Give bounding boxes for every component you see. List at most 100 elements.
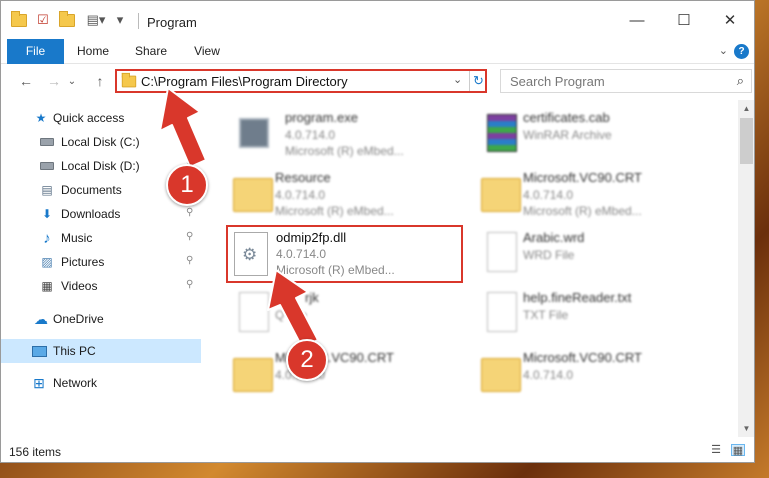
file-name: certificates.cab [523, 110, 610, 125]
tab-share[interactable]: Share [129, 39, 173, 64]
file-item[interactable]: rjk Q File [229, 284, 469, 340]
sidebar-item-videos[interactable]: ▦ Videos ⚲ [1, 274, 201, 298]
address-path[interactable]: C:\Program Files\Program Directory [141, 74, 348, 89]
documents-icon: ▤ [41, 183, 53, 197]
file-item[interactable]: program.exe 4.0.714.0 Microsoft (R) eMbe… [229, 104, 469, 160]
sidebar-item-label: Quick access [53, 111, 125, 125]
properties-checkmark-icon[interactable]: ☑ [33, 10, 53, 30]
title-bar: ☑ ▤▾ ▾ Program — ☐ ✕ [1, 1, 754, 39]
pin-icon: ⚲ [186, 207, 194, 218]
file-type: WinRAR Archive [523, 128, 612, 142]
address-bar[interactable]: C:\Program Files\Program Directory ⌄ ↻ [115, 69, 487, 93]
search-input[interactable]: Search Program [510, 74, 605, 89]
scroll-down-icon[interactable]: ▼ [738, 420, 754, 437]
file-item[interactable]: Microsoft.VC90.CRT 4.0.714.0 Microsoft (… [477, 164, 717, 220]
navigation-bar: ← → ⌄ ↑ C:\Program Files\Program Directo… [1, 64, 754, 100]
sidebar-item-label: Local Disk (D:) [61, 159, 140, 173]
videos-icon: ▦ [41, 279, 53, 293]
back-button[interactable]: ← [15, 70, 37, 92]
file-item[interactable]: Microsoft.VC90.CRT 4.0.714.0 [477, 344, 717, 400]
sidebar-item-label: OneDrive [53, 312, 104, 326]
vertical-scrollbar[interactable]: ▲ ▼ [738, 100, 754, 437]
file-name: help.fineReader.txt [523, 290, 632, 305]
file-name: Arabic.wrd [523, 230, 585, 245]
folder-icon [233, 358, 273, 392]
scrollbar-thumb[interactable] [740, 118, 753, 164]
up-button[interactable]: ↑ [89, 70, 111, 92]
pin-icon: ⚲ [186, 135, 194, 146]
large-icons-view-icon[interactable]: ▦ [731, 444, 745, 457]
expand-ribbon-icon[interactable]: ⌄ [719, 44, 728, 57]
tab-home[interactable]: Home [71, 39, 115, 64]
folder-icon [481, 358, 521, 392]
help-icon[interactable]: ? [734, 44, 749, 59]
search-icon[interactable]: ⌕ [737, 73, 744, 89]
search-box[interactable]: Search Program ⌕ [500, 69, 752, 93]
title-separator [138, 13, 139, 29]
sidebar-item-pictures[interactable]: ▨ Pictures ⚲ [1, 250, 201, 274]
refresh-icon[interactable]: ↻ [469, 71, 487, 91]
pin-icon: ⚲ [186, 231, 194, 242]
file-item[interactable]: help.fineReader.txt TXT File [477, 284, 717, 340]
pin-icon: ⚲ [186, 279, 194, 290]
item-count: 156 items [9, 445, 62, 459]
sidebar-item-label: This PC [53, 344, 96, 358]
archive-file-icon [487, 114, 517, 152]
file-type: TXT File [523, 308, 569, 322]
file-type: WRD File [523, 248, 575, 262]
customize-toolbar-icon[interactable]: ▤▾ [81, 10, 111, 30]
new-folder-icon[interactable] [57, 10, 77, 30]
document-file-icon [487, 292, 517, 332]
file-item[interactable]: Microsoft.VC90.CRT 4.0.714.0 [229, 344, 469, 400]
cloud-icon: ☁ [34, 310, 48, 327]
file-name: Resource [275, 170, 331, 185]
sidebar-item-this-pc[interactable]: This PC [1, 339, 201, 363]
file-name: rjk [305, 290, 319, 305]
drive-icon [39, 158, 55, 174]
sidebar-item-downloads[interactable]: ⬇ Downloads ⚲ [1, 202, 201, 226]
file-item[interactable]: Arabic.wrd WRD File [477, 224, 717, 280]
pin-icon: ⚲ [186, 255, 194, 266]
sidebar-item-network[interactable]: ⊞ Network [1, 371, 201, 395]
minimize-button[interactable]: — [614, 1, 660, 39]
maximize-button[interactable]: ☐ [661, 1, 707, 39]
quick-access-dropdown-icon[interactable]: ▾ [113, 10, 127, 30]
file-name: program.exe [285, 110, 358, 125]
tab-view[interactable]: View [185, 39, 229, 64]
sidebar-item-label: Videos [61, 279, 98, 293]
sidebar-item-music[interactable]: ♪ Music ⚲ [1, 226, 201, 250]
file-type: Q File [275, 308, 308, 322]
file-name: Microsoft.VC90.CRT [523, 170, 642, 185]
address-dropdown-icon[interactable]: ⌄ [453, 73, 462, 86]
step-badge-1: 1 [166, 164, 208, 206]
file-description: Microsoft (R) eMbed... [276, 263, 395, 277]
recent-locations-icon[interactable]: ⌄ [65, 70, 79, 92]
sidebar-item-local-disk-c[interactable]: Local Disk (C:) ⚲ [1, 130, 201, 154]
file-version: 4.0.714.0 [523, 188, 574, 202]
file-list: program.exe 4.0.714.0 Microsoft (R) eMbe… [203, 100, 736, 437]
sidebar-item-label: Downloads [61, 207, 121, 221]
file-description: Microsoft (R) eMbed... [285, 144, 404, 158]
file-name: Microsoft.VC90.CRT [523, 350, 642, 365]
file-item[interactable]: Resource 4.0.714.0 Microsoft (R) eMbed..… [229, 164, 469, 220]
file-name: odmip2fp.dll [276, 230, 347, 245]
file-version: 4.0.714.0 [275, 188, 326, 202]
file-item-odmip2fp-dll[interactable]: ⚙ odmip2fp.dll 4.0.714.0 Microsoft (R) e… [226, 225, 463, 283]
sidebar-item-quick-access[interactable]: ★ Quick access [1, 106, 201, 130]
downloads-icon: ⬇ [41, 207, 53, 221]
star-icon: ★ [35, 111, 47, 125]
file-description: Microsoft (R) eMbed... [523, 204, 642, 218]
close-button[interactable]: ✕ [707, 1, 753, 39]
document-file-icon [487, 232, 517, 272]
network-icon: ⊞ [33, 374, 45, 391]
scroll-up-icon[interactable]: ▲ [738, 100, 754, 117]
details-view-icon[interactable]: ☰ [709, 444, 723, 456]
tab-file[interactable]: File [7, 39, 64, 64]
document-file-icon [239, 292, 269, 332]
dll-file-icon: ⚙ [234, 232, 268, 276]
sidebar-item-onedrive[interactable]: ☁ OneDrive [1, 307, 201, 331]
forward-button[interactable]: → [43, 70, 65, 92]
file-item[interactable]: certificates.cab WinRAR Archive [477, 104, 717, 160]
pictures-icon: ▨ [41, 255, 53, 269]
folder-icon[interactable] [9, 10, 29, 30]
